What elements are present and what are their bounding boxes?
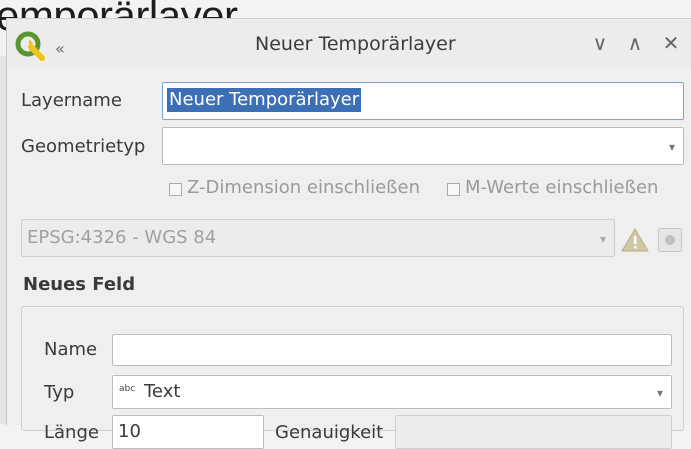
field-length-value: 10 <box>118 421 141 442</box>
layername-label: Layername <box>21 90 122 111</box>
field-precision-label: Genauigkeit <box>275 422 384 443</box>
field-precision-input[interactable] <box>395 415 672 449</box>
dialog-titlebar[interactable]: « Neuer Temporärlayer ∨ ∧ ✕ <box>7 19 691 69</box>
layername-selected-text: Neuer Temporärlayer <box>167 88 362 112</box>
chevron-down-icon: ▾ <box>656 386 663 400</box>
new-temporary-layer-dialog: « Neuer Temporärlayer ∨ ∧ ✕ Layername Ne… <box>6 18 691 449</box>
field-type-select[interactable]: abc Text ▾ <box>112 375 672 409</box>
new-field-group: Name Typ abc Text ▾ Länge 10 Genauigkeit <box>21 306 684 449</box>
z-dimension-label: Z-Dimension einschließen <box>187 177 420 198</box>
crs-value: EPSG:4326 - WGS 84 <box>27 227 217 248</box>
geometrietyp-select[interactable]: ▾ <box>162 127 684 165</box>
chevron-down-icon: ▾ <box>668 140 675 154</box>
z-dimension-checkbox[interactable] <box>169 183 182 196</box>
new-field-section-title: Neues Feld <box>23 274 136 295</box>
field-name-input[interactable] <box>112 334 672 366</box>
dialog-title: Neuer Temporärlayer <box>255 33 456 55</box>
m-werte-label: M-Werte einschließen <box>465 177 659 198</box>
projection-selector-icon[interactable] <box>658 228 682 252</box>
text-type-icon: abc <box>119 384 136 394</box>
field-type-label: Typ <box>44 382 75 403</box>
maximize-button[interactable]: ∧ <box>624 31 646 55</box>
field-length-input[interactable]: 10 <box>112 415 264 449</box>
collapse-icon[interactable]: « <box>55 39 65 58</box>
chevron-down-icon: ▾ <box>599 232 606 246</box>
m-werte-checkbox[interactable] <box>447 183 460 196</box>
field-type-value: Text <box>144 381 181 402</box>
qgis-logo-icon <box>15 31 45 61</box>
warning-icon <box>621 228 649 252</box>
geometrietyp-label: Geometrietyp <box>21 136 146 157</box>
minimize-button[interactable]: ∨ <box>589 31 611 55</box>
layername-input[interactable]: Neuer Temporärlayer <box>162 82 684 120</box>
crs-select[interactable]: EPSG:4326 - WGS 84 ▾ <box>21 219 615 257</box>
close-button[interactable]: ✕ <box>660 31 682 55</box>
field-name-label: Name <box>44 339 98 360</box>
field-length-label: Länge <box>44 422 99 443</box>
